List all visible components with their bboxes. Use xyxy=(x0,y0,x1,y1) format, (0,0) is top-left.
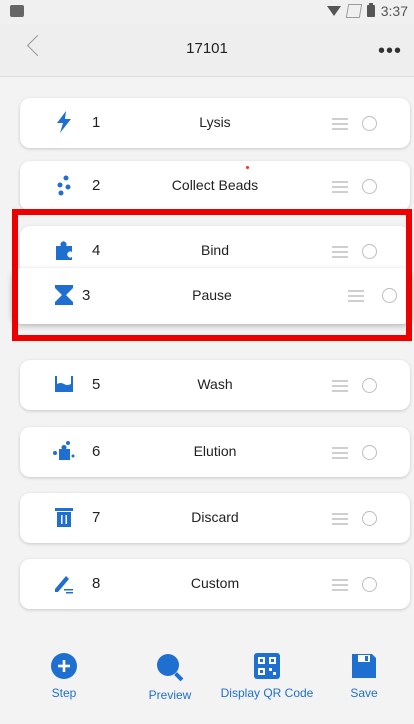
drag-handle-icon[interactable] xyxy=(332,513,348,525)
more-menu-icon[interactable]: ••• xyxy=(378,40,402,63)
step-label: Custom xyxy=(190,575,240,591)
drag-handle-icon[interactable] xyxy=(332,380,348,392)
select-radio[interactable] xyxy=(362,445,377,460)
preview-label: Preview xyxy=(148,688,192,702)
select-radio[interactable] xyxy=(362,577,377,592)
qr-label: Display QR Code xyxy=(220,686,314,700)
drag-handle-icon[interactable] xyxy=(332,118,348,130)
step-card-discard[interactable]: 7 Discard xyxy=(20,493,410,543)
step-label: Bind xyxy=(200,242,230,258)
display-qr-button[interactable]: Display QR Code xyxy=(217,652,317,700)
step-card-collect-beads[interactable]: 2 Collect Beads xyxy=(20,161,410,211)
step-card-lysis[interactable]: 1 Lysis xyxy=(20,98,410,148)
status-icons: 3:37 xyxy=(326,3,408,19)
image-notification-icon xyxy=(10,5,24,17)
step-label: Collect Beads xyxy=(171,177,259,193)
drag-handle-icon[interactable] xyxy=(348,290,364,302)
select-radio[interactable] xyxy=(362,116,377,131)
drag-handle-icon[interactable] xyxy=(332,246,348,258)
step-label: Elution xyxy=(193,443,237,459)
qr-code-icon xyxy=(254,653,280,679)
page-title: 17101 xyxy=(186,40,228,57)
save-label: Save xyxy=(350,686,378,700)
magnifier-icon xyxy=(157,654,184,682)
select-radio[interactable] xyxy=(362,244,377,259)
step-card-pause[interactable]: 3 Pause xyxy=(12,268,412,324)
step-card-elution[interactable]: 6 Elution xyxy=(20,427,410,477)
select-radio[interactable] xyxy=(362,378,377,393)
step-card-wash[interactable]: 5 Wash xyxy=(20,360,410,410)
step-label: Step xyxy=(51,686,77,700)
step-label: Lysis xyxy=(199,114,231,130)
bottom-toolbar: Step Preview Display QR Code Save xyxy=(0,640,414,724)
wifi-icon xyxy=(326,6,341,16)
no-sim-icon xyxy=(345,4,362,18)
add-step-button[interactable]: Step xyxy=(40,652,88,700)
select-radio[interactable] xyxy=(362,511,377,526)
select-radio[interactable] xyxy=(362,179,377,194)
save-button[interactable]: Save xyxy=(344,652,384,700)
drag-handle-icon[interactable] xyxy=(332,447,348,459)
select-radio[interactable] xyxy=(382,288,397,303)
step-label: Discard xyxy=(191,509,239,525)
drag-handle-icon[interactable] xyxy=(332,181,348,193)
drag-handle-icon[interactable] xyxy=(332,579,348,591)
floppy-disk-icon xyxy=(352,654,376,678)
red-dot-marker xyxy=(246,166,249,169)
status-time: 3:37 xyxy=(380,3,408,19)
step-label: Wash xyxy=(197,376,233,392)
preview-button[interactable]: Preview xyxy=(140,652,200,702)
battery-icon xyxy=(366,3,375,17)
plus-circle-icon xyxy=(51,653,77,679)
status-bar: 3:37 xyxy=(0,0,414,24)
app-header: 17101 ••• xyxy=(0,24,414,77)
step-card-custom[interactable]: 8 Custom xyxy=(20,559,410,609)
